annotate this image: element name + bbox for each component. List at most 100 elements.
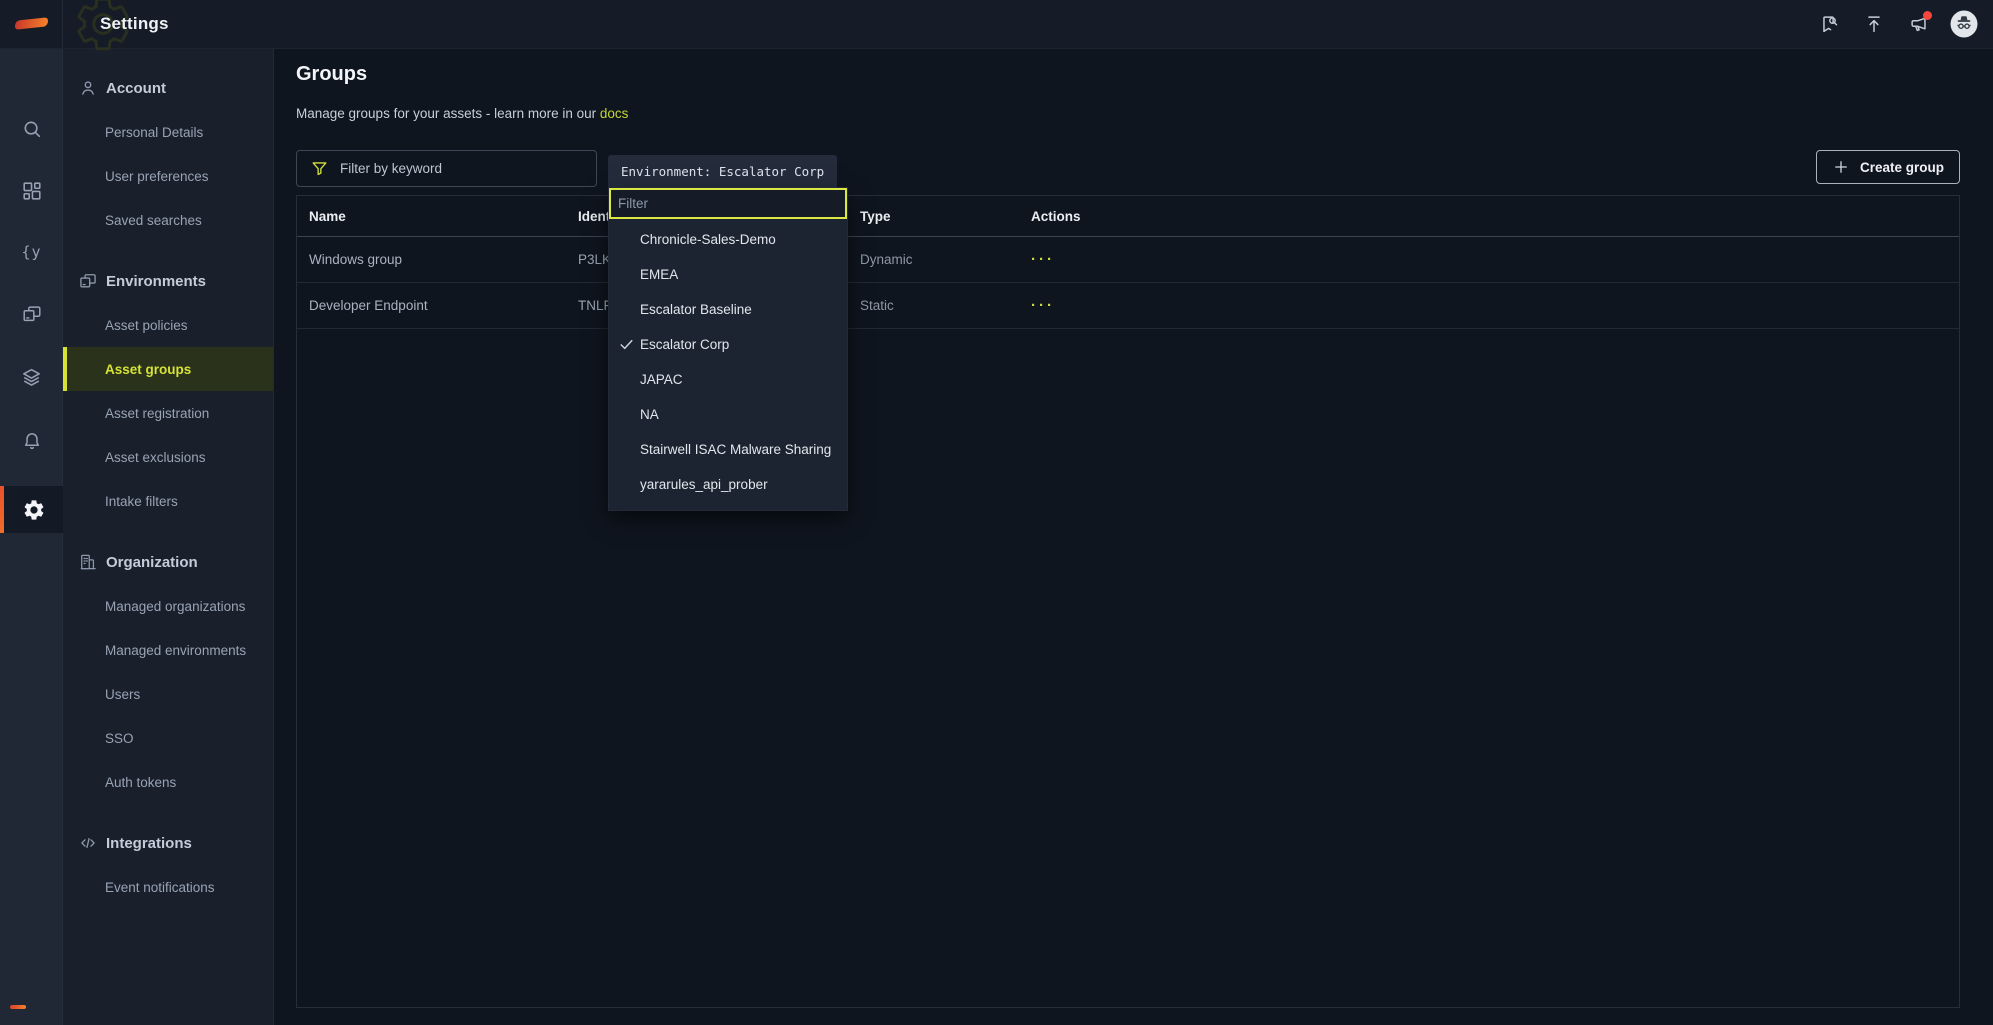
option-label: Escalator Baseline [640,302,752,317]
dropdown-option-stairwell-isac[interactable]: Stairwell ISAC Malware Sharing [609,432,847,467]
dropdown-option-emea[interactable]: EMEA [609,257,847,292]
sidebar-section-organization: Organization Managed organizations Manag… [63,540,273,804]
dropdown-option-yararules-api-prober[interactable]: yararules_api_prober [609,467,847,502]
section-title: Environments [106,272,207,290]
keyword-filter-input[interactable] [329,161,596,176]
table-header-row: Name Identifier Type Actions [297,196,1959,237]
create-group-label: Create group [1859,159,1944,175]
rail-collections-button[interactable] [0,355,63,399]
sidebar-header-environments: Environments [63,259,273,303]
icon-rail: {y [0,49,63,1025]
option-label: yararules_api_prober [640,477,768,492]
dropdown-option-chronicle-sales-demo[interactable]: Chronicle-Sales-Demo [609,222,847,257]
sidebar-item-saved-searches[interactable]: Saved searches [63,198,273,242]
sidebar-item-users[interactable]: Users [63,672,273,716]
sidebar-header-organization: Organization [63,540,273,584]
sidebar-section-environments: Environments Asset policies Asset groups… [63,259,273,523]
table-row[interactable]: Developer Endpoint TNLF Static ··· [297,283,1959,329]
dropdown-option-japac[interactable]: JAPAC [609,362,847,397]
topbar-actions [1810,0,1983,48]
dropdown-options-list: Chronicle-Sales-Demo EMEA Escalator Base… [609,219,847,510]
rail-search-button[interactable] [0,107,63,151]
create-group-button[interactable]: Create group [1815,150,1960,184]
announcements-button[interactable] [1900,5,1938,43]
upload-button[interactable] [1855,5,1893,43]
groups-table: Name Identifier Type Actions Windows gro… [296,195,1960,1008]
column-header-type: Type [860,208,891,224]
sidebar-item-auth-tokens[interactable]: Auth tokens [63,760,273,804]
section-title: Organization [106,553,198,571]
option-label: Chronicle-Sales-Demo [640,232,776,247]
bell-icon [24,433,39,450]
app-logo[interactable] [0,0,63,48]
group-name: Developer Endpoint [309,298,428,313]
section-title: Integrations [106,834,192,852]
logo-swoosh-icon [14,17,49,30]
upload-icon [1868,16,1880,33]
sidebar-item-sso[interactable]: SSO [63,716,273,760]
sidebar-item-user-preferences[interactable]: User preferences [63,154,273,198]
sidebar-item-managed-environments[interactable]: Managed environments [63,628,273,672]
building-icon [80,554,96,570]
environment-chip-label: Environment: [621,164,719,179]
bookmark-search-icon [1823,16,1838,33]
gear-icon [22,498,46,522]
dropdown-filter-input[interactable] [609,188,847,219]
saved-searches-button[interactable] [1810,5,1848,43]
option-label: EMEA [640,267,679,282]
sidebar-item-personal-details[interactable]: Personal Details [63,110,273,154]
rail-assets-button[interactable] [0,292,63,336]
person-icon [82,81,94,95]
sidebar-section-account: Account Personal Details User preference… [63,66,273,242]
sidebar-section-integrations: Integrations Event notifications [63,821,273,909]
check-icon [620,339,633,350]
environment-chip[interactable]: Environment: Escalator Corp [608,155,838,188]
option-label: Escalator Corp [640,337,730,352]
column-header-actions: Actions [1031,208,1081,224]
environment-chip-value: Escalator Corp [718,164,825,179]
avatar-incognito-icon [1950,10,1978,38]
column-header-name: Name [309,208,346,224]
code-icon [81,838,95,848]
keyword-filter [296,150,597,187]
main-content: Groups Manage groups for your assets - l… [274,49,1993,1025]
sidebar-item-intake-filters[interactable]: Intake filters [63,479,273,523]
settings-sidebar: Account Personal Details User preference… [63,49,274,1025]
rail-settings-button[interactable] [0,486,63,533]
assets-devices-icon [22,306,41,322]
funnel-icon [312,162,327,176]
sidebar-header-account: Account [63,66,273,110]
rail-dashboard-button[interactable] [0,169,63,213]
sidebar-item-asset-groups[interactable]: Asset groups [63,347,273,391]
rail-notifications-button[interactable] [0,419,63,463]
row-actions-menu[interactable]: ··· [1031,251,1959,268]
dropdown-option-escalator-baseline[interactable]: Escalator Baseline [609,292,847,327]
option-label: NA [640,407,659,422]
table-row[interactable]: Windows group P3LK Dynamic ··· [297,237,1959,283]
rail-yara-rules-button[interactable]: {y [0,230,63,274]
devices-icon [80,274,96,288]
search-icon [24,121,40,138]
rail-logo-swoosh-icon [10,1005,26,1009]
plus-icon [1835,161,1847,173]
sidebar-item-asset-exclusions[interactable]: Asset exclusions [63,435,273,479]
option-label: Stairwell ISAC Malware Sharing [640,442,832,457]
sidebar-item-asset-registration[interactable]: Asset registration [63,391,273,435]
sidebar-item-asset-policies[interactable]: Asset policies [63,303,273,347]
layers-icon [23,368,40,386]
docs-link[interactable]: docs [600,106,629,121]
dropdown-option-na[interactable]: NA [609,397,847,432]
environment-dropdown: Chronicle-Sales-Demo EMEA Escalator Base… [608,187,848,511]
sidebar-item-event-notifications[interactable]: Event notifications [63,865,273,909]
section-title: Account [106,79,166,97]
yara-rules-icon: {y [21,243,42,261]
notification-dot [1923,11,1932,20]
account-avatar[interactable] [1945,5,1983,43]
row-actions-menu[interactable]: ··· [1031,297,1959,314]
group-type: Dynamic [860,252,913,267]
dropdown-option-escalator-corp[interactable]: Escalator Corp [609,327,847,362]
topbar: Settings [0,0,1993,49]
group-type: Static [860,298,894,313]
dashboard-icon [22,182,41,200]
sidebar-item-managed-organizations[interactable]: Managed organizations [63,584,273,628]
